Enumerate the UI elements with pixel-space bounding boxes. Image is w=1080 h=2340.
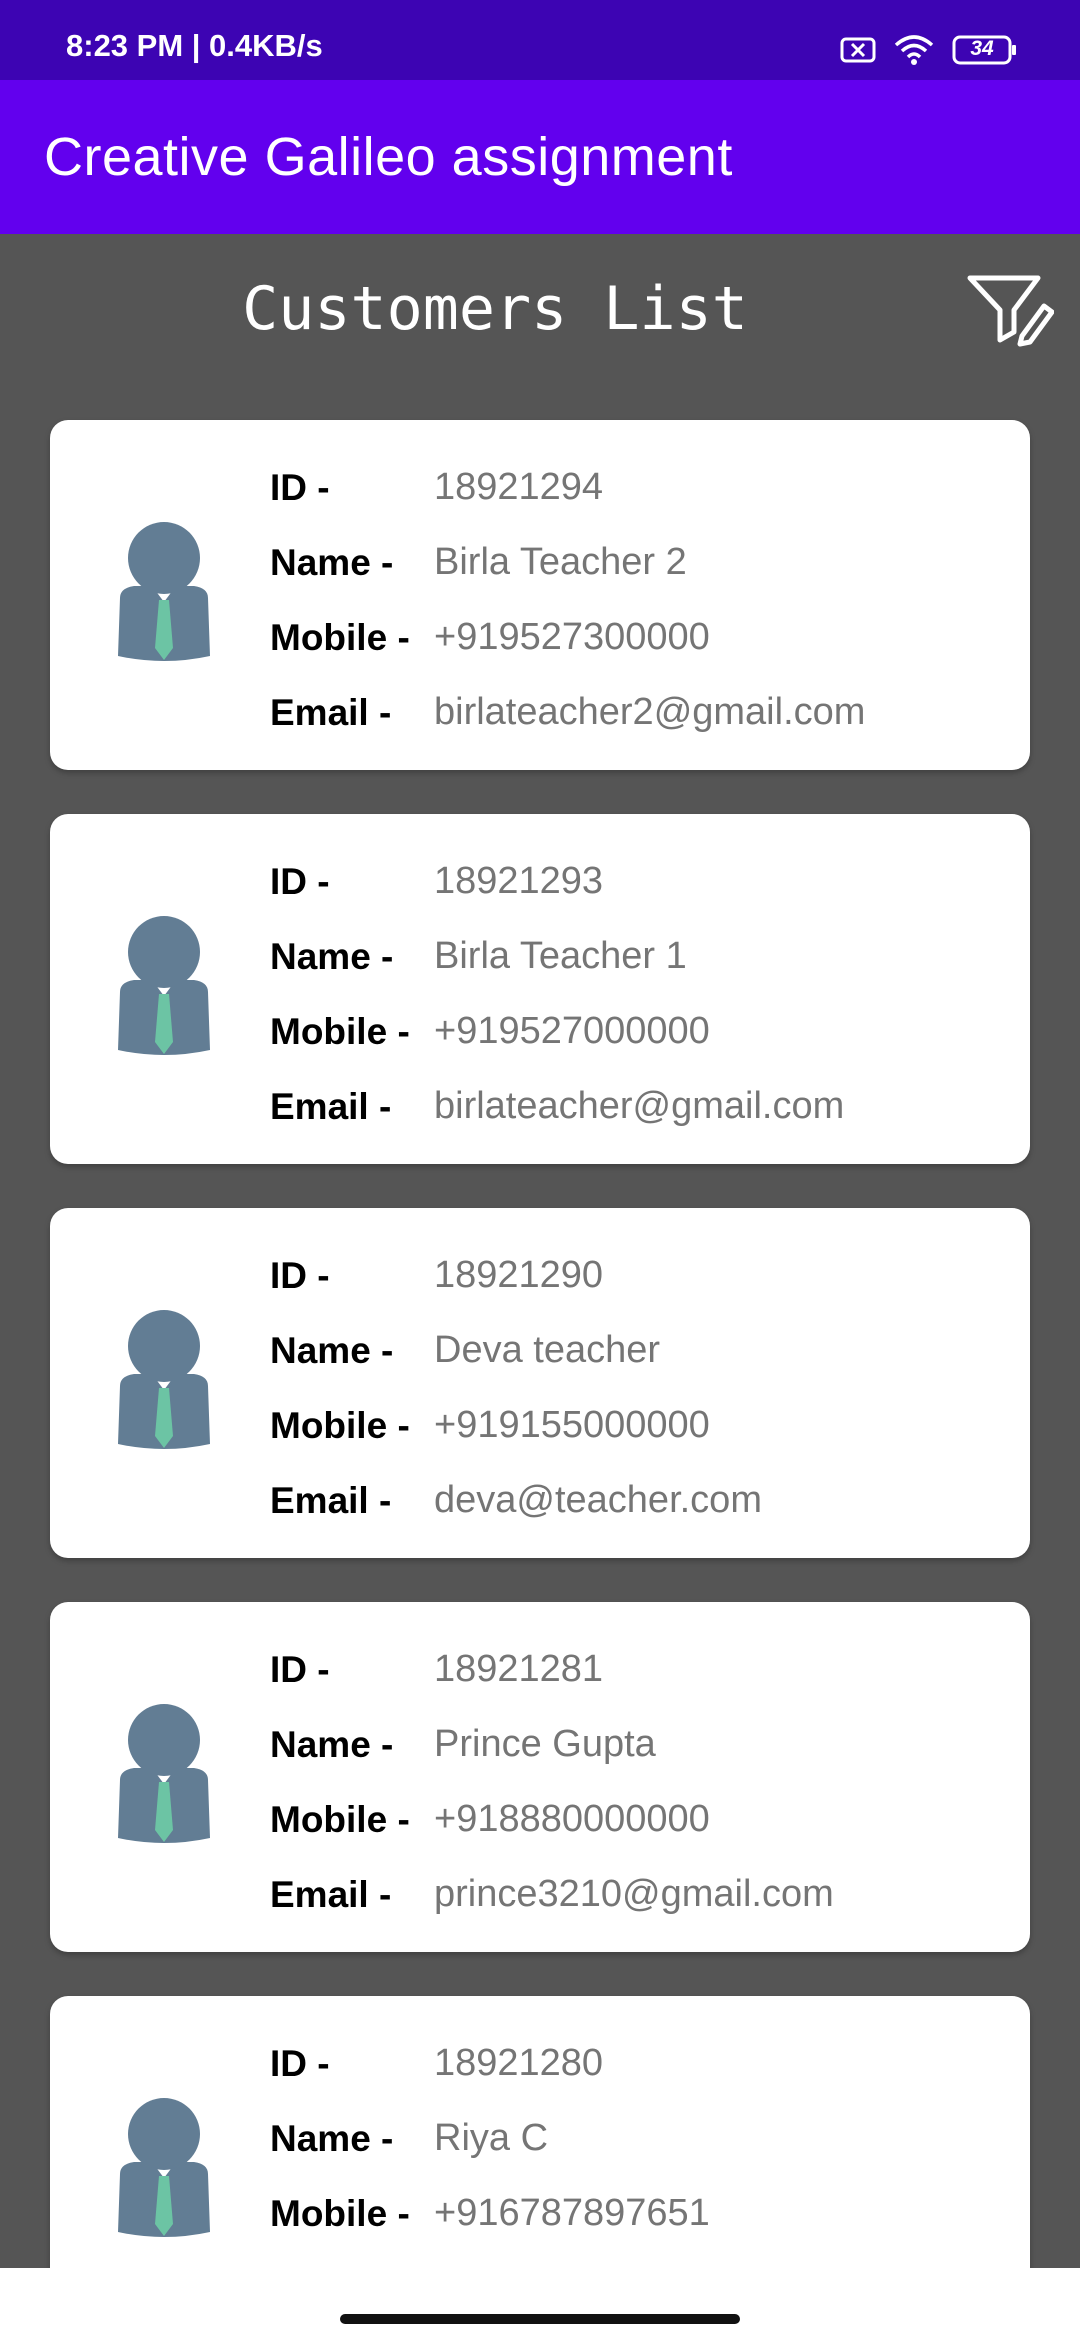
id-label: ID - [270, 2042, 330, 2084]
name-row: Name - Birla Teacher 2 [270, 525, 865, 600]
email-row: Email - birlateacher@gmail.com [270, 1069, 844, 1144]
email-value: deva@teacher.com [434, 1479, 762, 1521]
id-row: ID - 18921293 [270, 844, 844, 919]
id-row: ID - 18921281 [270, 1632, 834, 1707]
mobile-row: Mobile - +919155000000 [270, 1388, 762, 1463]
email-value: birlateacher@gmail.com [434, 1085, 845, 1127]
app-bar: Creative Galileo assignment [0, 80, 1080, 234]
email-label: Email - [270, 1479, 392, 1521]
id-value: 18921290 [434, 1254, 604, 1296]
id-row: ID - 18921280 [270, 2026, 710, 2101]
email-label: Email - [270, 691, 392, 733]
mobile-value: +916787897651 [434, 2192, 710, 2234]
id-label: ID - [270, 1254, 330, 1296]
id-row: ID - 18921294 [270, 450, 865, 525]
customer-details: ID - 18921280 Name - Riya C Mobile - +91… [270, 2026, 710, 2251]
mobile-value: +919527300000 [434, 616, 710, 658]
id-label: ID - [270, 1648, 330, 1690]
user-avatar-icon [118, 1704, 210, 1843]
status-bar: 8:23 PM | 0.4KB/s 34 [0, 0, 1080, 80]
email-row: Email - birlateacher2@gmail.com [270, 675, 865, 750]
mobile-row: Mobile - +919527000000 [270, 994, 844, 1069]
name-row: Name - Riya C [270, 2101, 710, 2176]
mobile-value: +919155000000 [434, 1404, 710, 1446]
customer-card[interactable]: ID - 18921290 Name - Deva teacher Mobile… [50, 1208, 1030, 1558]
customers-screen: Customers List ID - 18921294 Name - Birl… [0, 234, 1080, 2268]
name-row: Name - Birla Teacher 1 [270, 919, 844, 994]
name-label: Name - [270, 935, 394, 977]
name-label: Name - [270, 2117, 394, 2159]
name-row: Name - Prince Gupta [270, 1707, 834, 1782]
name-value: Birla Teacher 2 [434, 541, 687, 583]
email-row: Email - prince3210@gmail.com [270, 1857, 834, 1932]
mobile-label: Mobile - [270, 1404, 410, 1446]
battery-icon: 34 [952, 35, 1018, 65]
battery-level: 34 [970, 37, 994, 60]
email-row: Email - deva@teacher.com [270, 1463, 762, 1538]
status-icons: 34 [840, 30, 1018, 70]
mobile-value: +919527000000 [434, 1010, 710, 1052]
navigation-bar [0, 2268, 1080, 2340]
id-label: ID - [270, 466, 330, 508]
id-value: 18921293 [434, 860, 604, 902]
customer-card[interactable]: ID - 18921293 Name - Birla Teacher 1 Mob… [50, 814, 1030, 1164]
customer-card[interactable]: ID - 18921281 Name - Prince Gupta Mobile… [50, 1602, 1030, 1952]
customer-details: ID - 18921294 Name - Birla Teacher 2 Mob… [270, 450, 865, 750]
user-avatar-icon [118, 1310, 210, 1449]
name-value: Deva teacher [434, 1329, 661, 1371]
id-value: 18921280 [434, 2042, 604, 2084]
mobile-label: Mobile - [270, 2192, 410, 2234]
email-label: Email - [270, 1873, 392, 1915]
app-title: Creative Galileo assignment [44, 127, 733, 187]
mobile-row: Mobile - +916787897651 [270, 2176, 710, 2251]
filter-button[interactable] [964, 270, 1055, 350]
filter-edit-icon [967, 275, 1055, 347]
customer-card[interactable]: ID - 18921294 Name - Birla Teacher 2 Mob… [50, 420, 1030, 770]
user-avatar-icon [118, 916, 210, 1055]
mobile-label: Mobile - [270, 616, 410, 658]
id-value: 18921281 [434, 1648, 604, 1690]
name-label: Name - [270, 1329, 394, 1371]
name-value: Riya C [434, 2117, 549, 2159]
name-value: Prince Gupta [434, 1723, 656, 1765]
customer-details: ID - 18921281 Name - Prince Gupta Mobile… [270, 1632, 834, 1932]
customer-list[interactable]: ID - 18921294 Name - Birla Teacher 2 Mob… [50, 420, 1030, 2268]
user-avatar-icon [118, 522, 210, 661]
mobile-row: Mobile - +919527300000 [270, 600, 865, 675]
wifi-icon [894, 35, 934, 65]
sim-x-icon [840, 37, 876, 63]
status-time: 8:23 PM | 0.4KB/s [66, 28, 323, 63]
name-label: Name - [270, 1723, 394, 1765]
name-row: Name - Deva teacher [270, 1313, 762, 1388]
id-label: ID - [270, 860, 330, 902]
email-label: Email - [270, 1085, 392, 1127]
mobile-row: Mobile - +918880000000 [270, 1782, 834, 1857]
mobile-label: Mobile - [270, 1010, 410, 1052]
id-row: ID - 18921290 [270, 1238, 762, 1313]
name-value: Birla Teacher 1 [434, 935, 687, 977]
id-value: 18921294 [434, 466, 604, 508]
mobile-label: Mobile - [270, 1798, 410, 1840]
customer-details: ID - 18921290 Name - Deva teacher Mobile… [270, 1238, 762, 1538]
home-gesture-handle[interactable] [340, 2314, 740, 2324]
customer-card[interactable]: ID - 18921280 Name - Riya C Mobile - +91… [50, 1996, 1030, 2268]
email-value: birlateacher2@gmail.com [434, 691, 866, 733]
name-label: Name - [270, 541, 394, 583]
user-avatar-icon [118, 2098, 210, 2237]
email-value: prince3210@gmail.com [434, 1873, 834, 1915]
mobile-value: +918880000000 [434, 1798, 710, 1840]
page-title: Customers List [242, 274, 748, 344]
customer-details: ID - 18921293 Name - Birla Teacher 1 Mob… [270, 844, 844, 1144]
